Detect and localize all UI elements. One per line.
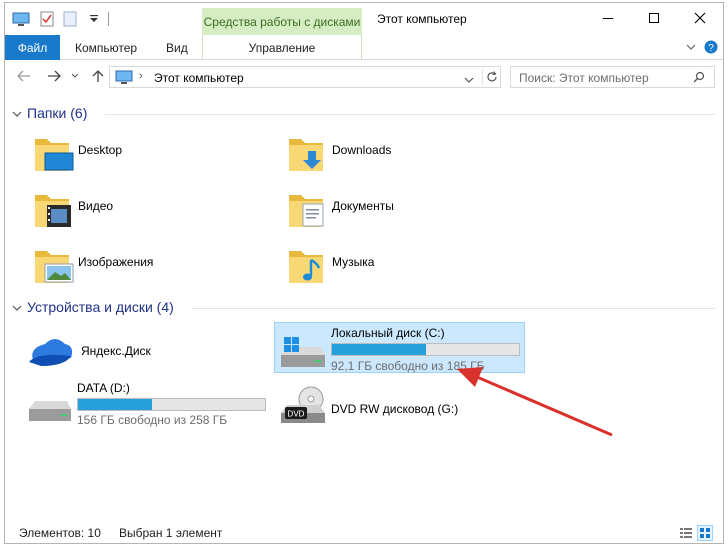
device-item-data-d[interactable]: DATA (D:) 156 ГБ свободно из 258 ГБ [23, 377, 267, 429]
folder-label: Видео [78, 199, 114, 213]
group-divider [191, 308, 715, 309]
folder-label: Документы [332, 199, 394, 213]
back-arrow-icon [17, 70, 30, 82]
device-item-yandex-disk[interactable]: Яндекс.Диск [23, 328, 263, 374]
folder-item-documents[interactable]: Документы [287, 185, 517, 235]
forward-button[interactable] [45, 68, 63, 84]
expand-ribbon-icon[interactable] [683, 39, 699, 55]
collapse-chevron-icon[interactable] [11, 302, 23, 314]
breadcrumb-chevron-icon[interactable]: › [139, 70, 143, 82]
properties-icon[interactable] [38, 11, 56, 27]
yandex-disk-icon [29, 339, 73, 366]
svg-text:DVD: DVD [288, 410, 305, 419]
maximize-icon [649, 13, 659, 23]
folder-label: Downloads [332, 143, 392, 157]
explorer-window: Средства работы с дисками Этот компьютер… [4, 2, 724, 544]
maximize-button[interactable] [631, 3, 677, 33]
group-divider [105, 114, 715, 115]
documents-folder-icon [289, 195, 324, 227]
drive-usage-bar [77, 398, 266, 411]
tab-computer[interactable]: Компьютер [75, 35, 137, 60]
new-folder-icon[interactable] [61, 11, 79, 27]
help-icon[interactable]: ? [703, 39, 719, 55]
quick-access-separator [108, 12, 109, 26]
address-bar[interactable]: › Этот компьютер [109, 66, 501, 88]
drive-free-space: 92,1 ГБ свободно из 185 ГБ [331, 359, 485, 373]
tiles-view-icon[interactable] [697, 525, 713, 541]
minimize-button[interactable] [585, 3, 631, 33]
dvd-drive-icon: DVD [281, 386, 325, 423]
tab-file[interactable]: Файл [5, 35, 60, 60]
folder-label: Изображения [78, 255, 154, 269]
folders-group-title: Папки (6) [27, 105, 88, 121]
computer-icon [115, 70, 133, 88]
device-item-dvd-g[interactable]: DVD DVD RW дисковод (G:) [275, 381, 515, 427]
pictures-folder-icon [35, 251, 74, 283]
devices-group-title: Устройства и диски (4) [27, 299, 174, 315]
forward-arrow-icon [48, 70, 61, 82]
drive-usage-bar [331, 343, 520, 356]
hard-drive-icon [29, 401, 71, 421]
recent-locations-button[interactable] [69, 68, 81, 84]
title-bar: Средства работы с дисками Этот компьютер [5, 3, 723, 35]
device-name: DATA (D:) [77, 381, 130, 395]
collapse-chevron-icon[interactable] [11, 108, 23, 120]
status-bar: Элементов: 10 Выбран 1 элемент [5, 523, 723, 543]
refresh-icon[interactable] [482, 69, 500, 85]
address-dropdown-icon[interactable] [464, 73, 474, 87]
folder-item-downloads[interactable]: Downloads [287, 129, 517, 179]
search-placeholder: Поиск: Этот компьютер [519, 71, 649, 85]
folder-item-pictures[interactable]: Изображения [33, 241, 263, 291]
quick-access-dropdown-icon[interactable] [87, 11, 101, 27]
devices-group-header[interactable]: Устройства и диски (4) [5, 299, 723, 317]
close-button[interactable] [677, 3, 723, 33]
folder-label: Desktop [78, 143, 123, 157]
address-path[interactable]: Этот компьютер [154, 71, 244, 85]
drive-usage-fill [332, 344, 426, 355]
downloads-folder-icon [289, 139, 323, 171]
videos-folder-icon [35, 195, 71, 227]
search-input[interactable]: Поиск: Этот компьютер [510, 66, 715, 88]
desktop-folder-icon [35, 139, 74, 171]
folder-item-music[interactable]: Музыка [287, 241, 517, 291]
contextual-tab-group-label: Средства работы с дисками [202, 8, 362, 35]
folder-item-videos[interactable]: Видео [33, 185, 263, 235]
drive-free-space: 156 ГБ свободно из 258 ГБ [77, 413, 228, 427]
device-name: Яндекс.Диск [81, 344, 151, 358]
folder-label: Музыка [332, 255, 375, 269]
close-icon [694, 12, 706, 24]
back-button[interactable] [15, 68, 33, 84]
minimize-icon [603, 18, 613, 19]
search-icon[interactable] [693, 71, 705, 86]
drive-usage-fill [78, 399, 152, 410]
up-button[interactable] [89, 68, 107, 84]
navigation-bar: › Этот компьютер Поиск: Этот компьютер [5, 61, 723, 91]
windows-drive-icon [281, 337, 325, 367]
details-view-icon[interactable] [678, 525, 694, 541]
svg-text:?: ? [708, 43, 714, 54]
music-folder-icon [289, 251, 323, 283]
device-item-local-disk-c[interactable]: Локальный диск (C:) 92,1 ГБ свободно из … [274, 322, 525, 373]
ribbon-tabs: Файл Компьютер Вид Управление ? [5, 35, 723, 60]
tab-manage[interactable]: Управление [202, 35, 362, 60]
window-title: Этот компьютер [377, 12, 467, 26]
folders-group-header[interactable]: Папки (6) [5, 105, 723, 123]
device-name: Локальный диск (C:) [331, 326, 445, 340]
status-selected: Выбран 1 элемент [119, 526, 223, 540]
device-name: DVD RW дисковод (G:) [331, 402, 459, 416]
up-arrow-icon [92, 70, 104, 82]
computer-app-icon[interactable] [11, 11, 31, 27]
folder-item-desktop[interactable]: Desktop [33, 129, 263, 179]
chevron-down-icon [71, 73, 79, 78]
tab-view[interactable]: Вид [166, 35, 188, 60]
status-item-count: Элементов: 10 [19, 526, 101, 540]
